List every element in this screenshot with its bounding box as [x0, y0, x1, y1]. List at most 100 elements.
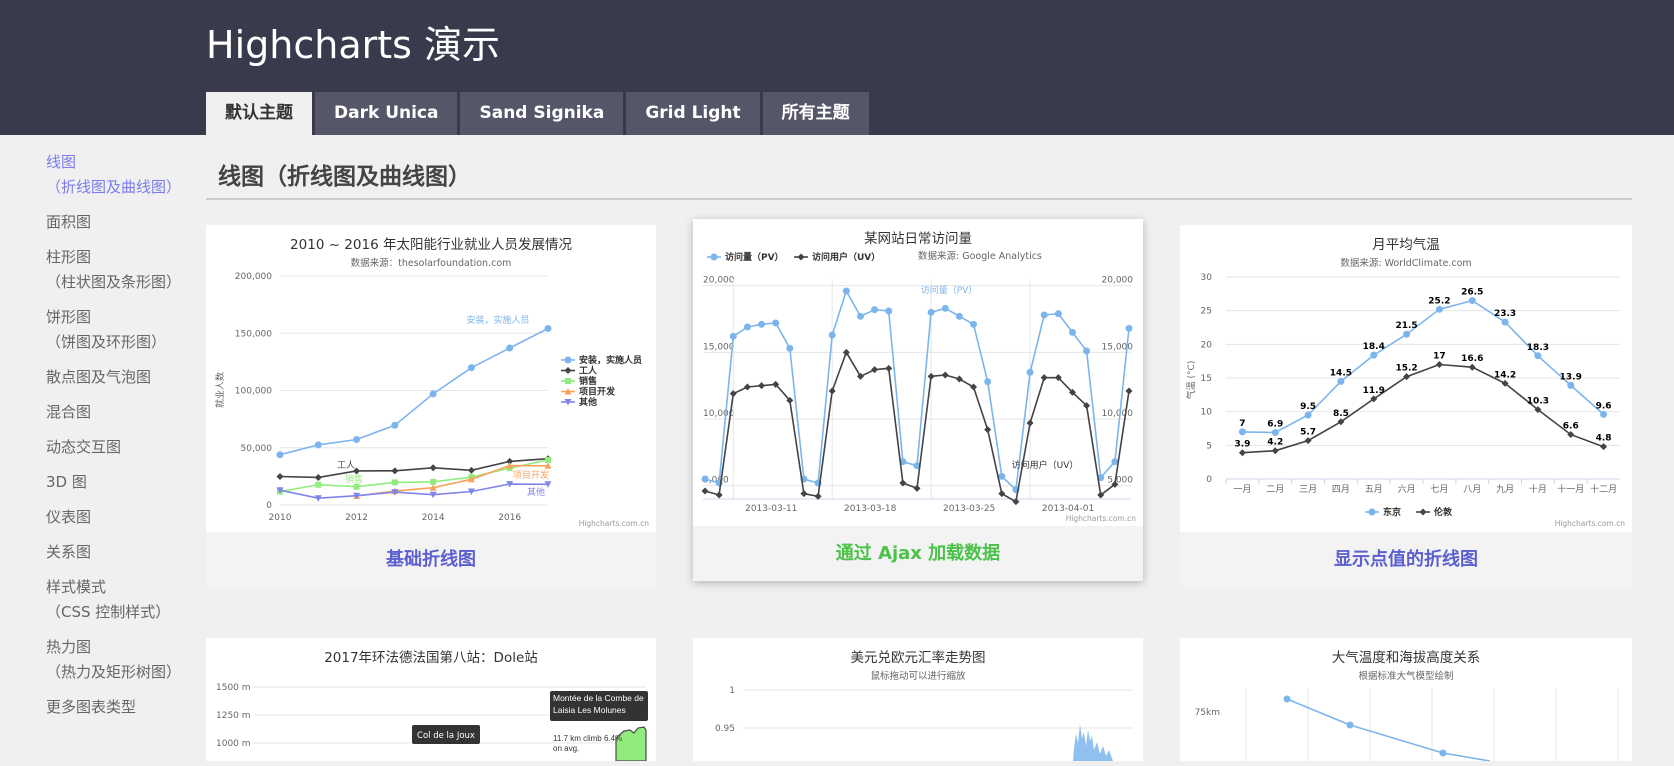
chart-title: 2017年环法德法国第八站：Dole站	[324, 649, 538, 666]
series-annotation: 访问用户（UV）	[1012, 459, 1079, 471]
data-label: 16.6	[1461, 354, 1483, 364]
sidebar-item-sublabel: （热力及矩形树图）	[46, 663, 182, 681]
data-point	[984, 378, 992, 386]
data-point	[885, 307, 893, 315]
y-tick-label: 1000 m	[216, 739, 251, 749]
data-point	[544, 324, 552, 332]
card-basic-line[interactable]: 2010 ~ 2016 年太阳能行业就业人员发展情况 数据来源：thesolarf…	[206, 225, 656, 587]
tab-3[interactable]: Grid Light	[626, 92, 760, 135]
x-tick-label: 2013-03-18	[844, 504, 897, 514]
data-point	[941, 371, 949, 379]
tab-4[interactable]: 所有主题	[762, 92, 869, 135]
y-tick-label: 75km	[1195, 708, 1220, 718]
data-label: 18.3	[1527, 343, 1549, 353]
tab-1[interactable]: Dark Unica	[315, 92, 458, 135]
tab-0[interactable]: 默认主题	[206, 92, 312, 135]
sidebar-item-10[interactable]: 样式模式 （CSS 控制样式）	[46, 575, 196, 625]
data-point	[353, 436, 361, 444]
x-tick-label: 2013-04-01	[1042, 504, 1094, 514]
sidebar-item-sublabel: （CSS 控制样式）	[46, 603, 171, 621]
y-tick-label: 200,000	[235, 272, 272, 282]
chart-fx-rate: 美元兑欧元汇率走势图鼠标拖动可以进行缩放 1 0.95	[715, 649, 1133, 761]
data-point	[467, 466, 475, 474]
x-tick-label: 七月	[1430, 484, 1448, 495]
data-point	[955, 375, 963, 383]
data-point	[1439, 749, 1447, 757]
legend-marker	[564, 356, 572, 364]
data-point	[998, 472, 1006, 480]
sidebar-item-label: 热力图	[46, 638, 92, 656]
x-tick-label: 十月	[1529, 483, 1547, 495]
sidebar: 线图 （折线图及曲线图） 面积图柱形图 （柱状图及条形图） 饼形图 （饼图及环形图） 散点图…	[46, 150, 196, 730]
sidebar-item-4[interactable]: 散点图及气泡图	[46, 365, 196, 390]
sidebar-item-7[interactable]: 3D 图	[46, 470, 196, 495]
legend-marker	[710, 253, 718, 261]
data-point	[970, 320, 978, 328]
data-point	[315, 481, 322, 488]
data-point	[1304, 411, 1312, 419]
x-tick-label: 十二月	[1590, 483, 1617, 495]
card-ajax-line[interactable]: 某网站日常访问量 数据来源: Google Analytics 5,000 5,000…	[693, 219, 1143, 581]
data-point	[1125, 324, 1133, 332]
data-point	[1054, 310, 1062, 318]
x-tick-label: 2012	[345, 513, 368, 523]
chart-ajax-line: 某网站日常访问量数据来源: Google Analytics5,000 5,000…	[701, 231, 1136, 523]
sidebar-item-label: 仪表图	[46, 508, 92, 526]
data-point	[391, 479, 398, 486]
y-tick-label: 1	[729, 686, 735, 696]
sidebar-item-6[interactable]: 动态交互图	[46, 435, 196, 460]
sidebar-item-label: 饼形图	[46, 308, 92, 326]
sidebar-item-2[interactable]: 柱形图 （柱状图及条形图）	[46, 245, 196, 295]
y-axis-title: 就业人数	[214, 372, 226, 408]
x-tick-label: 2014	[422, 513, 445, 523]
data-label: 7	[1239, 419, 1245, 429]
data-point	[729, 390, 737, 398]
data-point	[758, 320, 766, 328]
data-point	[1304, 437, 1312, 445]
y-tick-label: 0	[1206, 475, 1212, 485]
card-dole-stage[interactable]: 2017年环法德法国第八站：Dole站 1500 m 1250 m 1000 m Col…	[206, 638, 656, 762]
data-point	[842, 348, 850, 356]
data-point	[758, 382, 766, 390]
climb-note-wrap: 11.7 km climb 6.4% on avg.	[553, 734, 622, 753]
sidebar-item-5[interactable]: 混合图	[46, 400, 196, 425]
y-tick-label: 1250 m	[216, 711, 251, 721]
chart-subtitle: 数据来源: Google Analytics	[918, 250, 1042, 262]
data-point	[1068, 328, 1076, 336]
y-axis-title: 气温 (°C)	[1185, 361, 1197, 400]
data-point	[927, 308, 935, 316]
sidebar-item-9[interactable]: 关系图	[46, 540, 196, 565]
data-label: 5.7	[1300, 428, 1316, 438]
sidebar-item-11[interactable]: 热力图 （热力及矩形树图）	[46, 635, 196, 685]
data-point	[429, 464, 437, 472]
sidebar-item-label: 面积图	[46, 213, 92, 231]
y-tick-label: 0	[266, 501, 272, 511]
series-line	[704, 350, 1130, 503]
sidebar-item-0[interactable]: 线图 （折线图及曲线图）	[46, 150, 196, 200]
x-tick-label: 九月	[1496, 484, 1514, 495]
legend-label: 工人	[579, 365, 598, 377]
sidebar-item-label: 散点图及气泡图	[46, 368, 152, 386]
y-tick-label: 10	[1201, 408, 1213, 418]
series-annotation: 访问量（PV）	[921, 284, 978, 296]
data-label: 4.8	[1596, 434, 1612, 444]
sidebar-item-8[interactable]: 仪表图	[46, 505, 196, 530]
card-atmosphere[interactable]: 大气温度和海拔高度关系 根据标准大气模型绘制 75km	[1180, 638, 1632, 762]
tab-2[interactable]: Sand Signika	[460, 92, 624, 135]
x-tick-label: 2013-03-25	[943, 504, 995, 514]
card-fx-rate[interactable]: 美元兑欧元汇率走势图 鼠标拖动可以进行缩放 1 0.95	[693, 638, 1143, 761]
flag-label: Col de la Joux	[417, 731, 475, 741]
data-point	[1026, 368, 1034, 376]
series-line	[1286, 698, 1491, 762]
legend-marker	[564, 367, 572, 374]
card-labeled-line[interactable]: 月平均气温 数据来源: WorldClimate.com 0 5 10 15 20 25 30 气…	[1180, 225, 1632, 587]
sidebar-item-1[interactable]: 面积图	[46, 210, 196, 235]
chart-title: 某网站日常访问量	[864, 231, 972, 247]
x-tick-label: 三月	[1299, 484, 1317, 495]
data-point	[1468, 363, 1476, 371]
chart-basic-line: 2010 ~ 2016 年太阳能行业就业人员发展情况数据来源：thesolarf…	[214, 237, 649, 528]
sidebar-item-12[interactable]: 更多图表类型	[46, 695, 196, 720]
sidebar-item-3[interactable]: 饼形图 （饼图及环形图）	[46, 305, 196, 355]
y-tick-label-left: 15,000	[703, 342, 735, 352]
data-label: 21.5	[1395, 321, 1417, 331]
